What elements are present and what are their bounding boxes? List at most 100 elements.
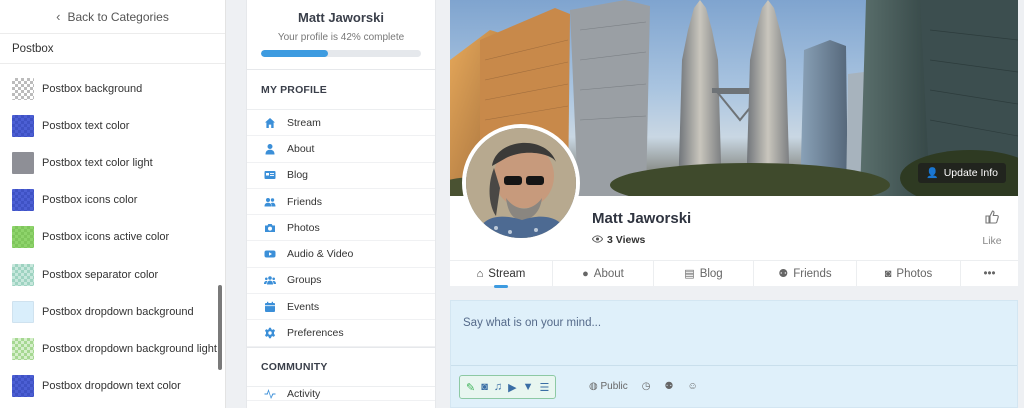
color-swatch[interactable] (12, 263, 34, 286)
sidebar-item-label: Photos (287, 221, 320, 234)
color-swatch[interactable] (12, 375, 34, 398)
tab-about[interactable]: ● About (553, 261, 654, 286)
blog-icon: ▤ (684, 268, 695, 280)
like-button[interactable]: Like (980, 210, 1004, 247)
views-count: 3 Views (607, 234, 646, 246)
profile-main: 👤 Update Info Matt Jaworski 3 Views Like… (450, 0, 1018, 408)
tab-stream[interactable]: ⌂ Stream (450, 261, 553, 288)
sidebar-item-about[interactable]: About (247, 136, 435, 163)
customizer-item[interactable]: Postbox dropdown background (0, 293, 225, 330)
customizer-list: Postbox background Postbox text color Po… (0, 64, 225, 405)
customizer-item[interactable]: Postbox text color (0, 107, 225, 144)
tab-label: About (593, 267, 624, 280)
smiley-icon[interactable]: ☺ (687, 381, 697, 392)
profile-views: 3 Views (591, 234, 646, 246)
home-icon (263, 116, 277, 130)
user-icon (263, 142, 277, 156)
profile-tabs: ⌂ Stream ● About ▤ Blog ⚉ Friends ◙ Phot… (450, 260, 1018, 288)
music-icon[interactable]: ♫ (494, 381, 502, 393)
camera-icon: ◙ (884, 267, 892, 280)
pencil-icon[interactable]: ✎ (466, 381, 475, 394)
privacy-label: Public (600, 381, 628, 392)
customizer-item[interactable]: Postbox separator color (0, 256, 225, 293)
tab-photos[interactable]: ◙ Photos (857, 261, 961, 286)
chevron-left-icon: ‹ (56, 9, 61, 24)
sidebar-item-blog[interactable]: Blog (247, 163, 435, 189)
sidebar-item-audio-video[interactable]: Audio & Video (247, 241, 435, 268)
customizer-item[interactable]: Postbox text color light (0, 144, 225, 181)
profile-progress-bar (261, 50, 421, 57)
customizer-item-label: Postbox text color light (42, 156, 153, 169)
color-swatch[interactable] (12, 151, 34, 174)
video-icon[interactable]: ▶ (508, 381, 516, 394)
activity-icon (263, 387, 277, 400)
customizer-scrollbar[interactable] (218, 285, 222, 370)
profile-name: Matt Jaworski (592, 210, 692, 227)
list-icon[interactable]: ☰ (539, 381, 549, 394)
postbox-separator (451, 365, 1017, 366)
thumbs-up-icon (985, 210, 999, 224)
camera-icon[interactable]: ◙ (481, 381, 488, 393)
groups-icon (263, 273, 277, 287)
calendar-icon (263, 300, 277, 314)
sidebar-item-label: Activity (287, 387, 321, 400)
poll-icon[interactable]: ▼ (523, 381, 534, 393)
profile-sidebar: Matt Jaworski Your profile is 42% comple… (246, 0, 436, 408)
tab-label: Friends (793, 267, 832, 280)
customizer-item-label: Postbox separator color (42, 268, 159, 281)
sidebar-section-my-profile: MY PROFILE (247, 70, 435, 110)
postbox-type-toolbar: ✎ ◙ ♫ ▶ ▼ ☰ (459, 375, 557, 399)
tab-blog[interactable]: ▤ Blog (654, 261, 754, 286)
privacy-selector[interactable]: ◍ Public (589, 381, 628, 392)
blog-icon (263, 168, 277, 182)
user-edit-icon: 👤 (926, 167, 939, 179)
eye-icon (591, 234, 604, 246)
color-swatch[interactable] (12, 114, 34, 137)
color-swatch[interactable] (12, 337, 34, 360)
user-icon: ● (582, 267, 589, 280)
tab-more[interactable]: ••• (961, 261, 1018, 286)
color-swatch[interactable] (12, 189, 34, 212)
update-info-button[interactable]: 👤 Update Info (918, 163, 1006, 183)
sidebar-item-label: Groups (287, 274, 322, 287)
sidebar-item-stream[interactable]: Stream (247, 110, 435, 137)
customizer-item[interactable]: Postbox icons active color (0, 219, 225, 256)
postbox-options: ◍ Public ◷ ⚉ ☺ (589, 381, 698, 392)
update-info-label: Update Info (943, 167, 998, 179)
back-to-categories-button[interactable]: ‹ Back to Categories (0, 0, 225, 34)
home-icon: ⌂ (476, 267, 484, 280)
video-icon (263, 247, 277, 261)
customizer-item-label: Postbox dropdown background light (42, 342, 217, 355)
sidebar-item-label: Preferences (287, 327, 344, 340)
sidebar-item-activity[interactable]: Activity (247, 387, 435, 401)
gear-icon (263, 326, 277, 340)
customizer-item[interactable]: Postbox background (0, 70, 225, 107)
sidebar-item-events[interactable]: Events (247, 294, 435, 321)
customizer-item[interactable]: Postbox dropdown background light (0, 330, 225, 367)
customizer-item-label: Postbox background (42, 82, 143, 95)
sidebar-item-photos[interactable]: Photos (247, 215, 435, 242)
customizer-item[interactable]: Postbox dropdown text color (0, 368, 225, 405)
customizer-item-label: Postbox icons color (42, 194, 138, 207)
sidebar-section-community: COMMUNITY (247, 346, 435, 387)
color-swatch[interactable] (12, 300, 34, 323)
customizer-item[interactable]: Postbox icons color (0, 182, 225, 219)
sidebar-item-friends[interactable]: Friends (247, 189, 435, 216)
sidebar-item-label: Friends (287, 195, 323, 208)
postbox-input[interactable]: Say what is on your mind... (463, 317, 601, 329)
sidebar-item-label: Events (287, 300, 320, 313)
sidebar-item-label: Audio & Video (287, 248, 354, 261)
tab-friends[interactable]: ⚉ Friends (754, 261, 857, 286)
sidebar-user-name: Matt Jaworski (298, 10, 384, 25)
color-swatch[interactable] (12, 226, 34, 249)
sidebar-item-groups[interactable]: Groups (247, 268, 435, 295)
customizer-item-label: Postbox dropdown text color (42, 380, 181, 393)
profile-avatar[interactable] (462, 124, 580, 242)
sidebar-item-preferences[interactable]: Preferences (247, 320, 435, 347)
customizer-item-label: Postbox icons active color (42, 231, 170, 244)
clock-icon[interactable]: ◷ (642, 381, 651, 392)
friends-icon[interactable]: ⚉ (665, 381, 674, 392)
more-icon: ••• (983, 267, 996, 280)
color-swatch[interactable] (12, 77, 34, 100)
friends-icon (263, 195, 277, 209)
